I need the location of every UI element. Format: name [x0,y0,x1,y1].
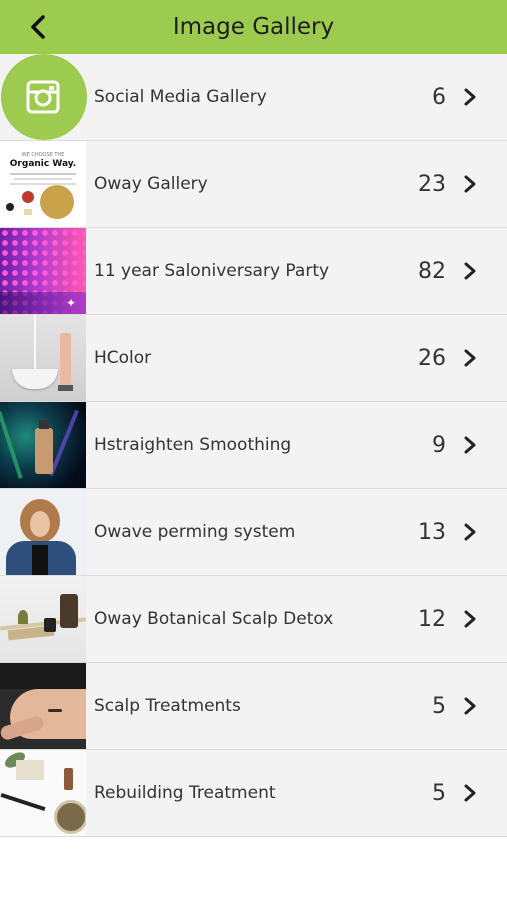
thumb-dot [6,203,14,211]
gallery-name: Hstraighten Smoothing [94,435,292,455]
gallery-row-scalp-detox[interactable]: Oway Botanical Scalp Detox 12 [0,576,507,663]
thumb-shirt [32,545,48,575]
photo-count: 13 [418,520,446,545]
thumb-text-line [10,173,76,175]
gallery-name: Rebuilding Treatment [94,783,276,803]
thumb-eye [48,709,62,712]
thumb-bottle [35,428,53,474]
thumb-tube [60,333,71,389]
gallery-thumbnail [0,402,86,488]
thumb-caption: WE CHOOSE THE [21,152,65,158]
chevron-right-icon [464,784,476,802]
photo-count: 26 [418,346,446,371]
photo-count: 82 [418,259,446,284]
thumb-headline: Organic Way. [9,159,77,169]
gallery-thumbnail [0,750,86,836]
photo-count: 6 [432,85,446,110]
thumb-stream [34,315,36,369]
photo-count: 9 [432,433,446,458]
page-title: Image Gallery [172,14,335,40]
gallery-row-social-media[interactable]: Social Media Gallery 6 [0,54,507,141]
chevron-right-icon [464,523,476,541]
thumb-leaf [0,411,23,479]
gallery-name: HColor [94,348,152,368]
thumb-cap [58,385,73,391]
thumb-bowl [40,185,74,219]
chevron-right-icon [464,610,476,628]
gallery-row-oway[interactable]: WE CHOOSE THE Organic Way. Oway Gallery … [0,141,507,228]
thumb-face [30,511,50,537]
thumb-dot [24,209,32,215]
gallery-thumbnail [0,663,86,749]
gallery-name: Owave perming system [94,522,296,542]
thumb-jar [60,594,78,628]
thumb-berry [22,191,34,203]
gallery-name: Scalp Treatments [94,696,241,716]
gallery-thumbnail: WE CHOOSE THE Organic Way. [0,141,86,227]
thumb-bottle [64,768,73,790]
thumb-bowl [54,800,86,834]
gallery-thumbnail [0,54,87,140]
thumb-plant [18,610,28,624]
thumb-hair [0,663,86,689]
gallery-row-owave[interactable]: Owave perming system 13 [0,489,507,576]
gallery-name: 11 year Saloniversary Party [94,261,330,281]
gallery-thumbnail [0,576,86,662]
chevron-right-icon [464,262,476,280]
gallery-row-hstraighten[interactable]: Hstraighten Smoothing 9 [0,402,507,489]
chevron-right-icon [464,175,476,193]
chevron-right-icon [464,697,476,715]
gallery-name: Oway Botanical Scalp Detox [94,609,334,629]
gallery-thumbnail: ✦ [0,228,86,314]
gallery-thumbnail [0,315,86,401]
chevron-right-icon [464,349,476,367]
thumb-text-line [10,183,76,185]
photo-count: 5 [432,694,446,719]
gallery-row-saloniversary[interactable]: ✦ 11 year Saloniversary Party 82 [0,228,507,315]
photo-count: 5 [432,781,446,806]
app-header: Image Gallery [0,0,507,54]
thumb-jar [44,618,56,632]
gallery-row-hcolor[interactable]: HColor 26 [0,315,507,402]
gallery-name: Oway Gallery [94,174,208,194]
instagram-icon [26,80,60,114]
thumb-tool [0,792,46,812]
gallery-name: Social Media Gallery [94,87,267,107]
gallery-list: Social Media Gallery 6 WE CHOOSE THE Org… [0,54,507,837]
photo-count: 23 [418,172,446,197]
thumb-bowl [12,369,58,389]
photo-count: 12 [418,607,446,632]
thumb-card [16,760,44,780]
gallery-row-rebuilding[interactable]: Rebuilding Treatment 5 [0,750,507,837]
chevron-right-icon [464,436,476,454]
sparkle-icon: ✦ [66,296,77,310]
gallery-thumbnail [0,489,86,575]
chevron-right-icon [464,88,476,106]
thumb-leaf [49,409,79,477]
thumb-text-line [14,178,72,180]
gallery-row-scalp-treatments[interactable]: Scalp Treatments 5 [0,663,507,750]
thumb-bottle-cap [39,420,49,429]
